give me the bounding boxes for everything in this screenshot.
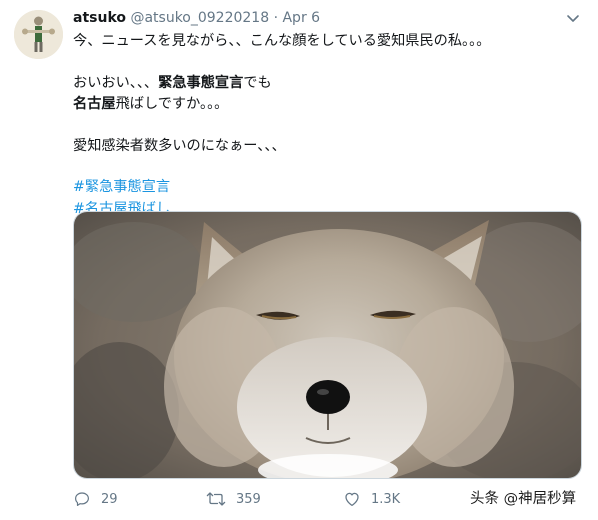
reply-button[interactable]: 29 xyxy=(73,487,118,511)
retweet-count: 359 xyxy=(236,491,261,507)
like-count: 1.3K xyxy=(371,491,401,507)
hashtag-link[interactable]: #緊急事態宣言 xyxy=(73,177,583,199)
tweet: atsuko @atsuko_09220218 · Apr 6 今、ニュースを見… xyxy=(0,0,598,520)
tweet-line: 愛知感染者数多いのになぁー、、、 xyxy=(73,137,286,154)
fox-photo xyxy=(74,212,581,478)
retweet-icon xyxy=(206,492,226,506)
tweet-line: おいおい、、、緊急事態宣言でも xyxy=(73,73,583,95)
tweet-bold-segment: 緊急事態宣言 xyxy=(158,74,244,91)
tweet-image[interactable] xyxy=(73,211,582,479)
tweet-text-segment: おいおい、、、 xyxy=(73,74,159,91)
watermark-text: 头条 @神居秒算 xyxy=(470,491,577,507)
tweet-text-segment: でも xyxy=(243,74,272,91)
separator-dot: · xyxy=(273,10,279,26)
author-handle[interactable]: @atsuko_09220218 xyxy=(130,10,269,26)
tweet-date[interactable]: Apr 6 xyxy=(282,10,320,26)
retweet-button[interactable]: 359 xyxy=(206,487,261,511)
like-button[interactable]: 1.3K xyxy=(343,487,400,511)
tweet-bold-segment: 名古屋 xyxy=(73,96,116,112)
tweet-header: atsuko @atsuko_09220218 · Apr 6 xyxy=(73,9,320,28)
avatar[interactable] xyxy=(14,10,63,59)
tweet-text-segment: 飛ばしですか。。。 xyxy=(115,96,229,112)
author-name[interactable]: atsuko xyxy=(73,10,126,26)
tweet-line: 名古屋飛ばしですか。。。 xyxy=(73,94,583,116)
reply-icon xyxy=(75,492,89,506)
reply-count: 29 xyxy=(101,491,118,507)
avatar-figure-icon xyxy=(14,10,63,59)
chevron-down-icon[interactable] xyxy=(564,9,582,27)
heart-icon xyxy=(345,492,359,507)
tweet-line: 今、ニュースを見ながら、、こんな顔をしている愛知県民の私。。。 xyxy=(73,33,491,49)
tweet-text: 今、ニュースを見ながら、、こんな顔をしている愛知県民の私。。。 おいおい、、、緊… xyxy=(73,31,583,220)
